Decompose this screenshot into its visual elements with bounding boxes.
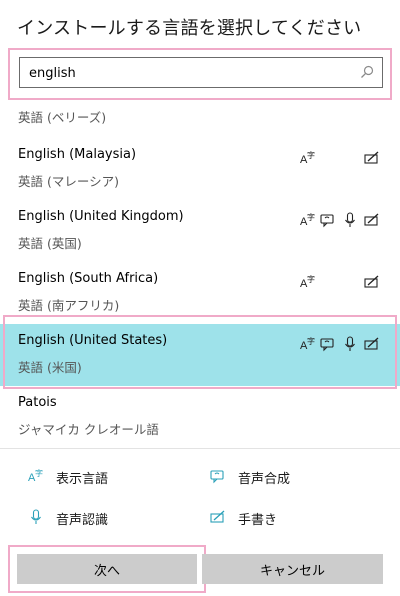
speech-recognition-icon <box>345 336 355 351</box>
list-item[interactable]: English (South Africa) 英語 (南アフリカ) A 字 <box>0 262 400 324</box>
dialog-title: インストールする言語を選択してください <box>17 18 362 39</box>
search-input[interactable] <box>29 63 349 83</box>
language-native-name: 英語 (英国) <box>18 236 82 251</box>
display-language-icon: A 字 <box>300 150 315 166</box>
handwriting-icon <box>364 275 379 288</box>
legend-handwriting: 手書き <box>238 513 278 528</box>
speech-synthesis-icon <box>320 338 334 352</box>
display-language-icon: A 字 <box>300 274 315 290</box>
speech-synthesis-icon <box>320 214 334 228</box>
search-box[interactable] <box>19 57 383 88</box>
cancel-button[interactable]: キャンセル <box>202 554 383 584</box>
language-native-name: 英語 (米国) <box>18 360 82 375</box>
language-name: English (United Kingdom) <box>18 209 184 224</box>
speech-recognition-icon <box>31 509 41 524</box>
language-native-name: ジャマイカ クレオール語 <box>18 422 159 437</box>
language-name: English (United States) <box>18 333 168 348</box>
divider <box>0 448 400 449</box>
search-icon[interactable] <box>360 65 374 79</box>
legend-speech-recognition: 音声認識 <box>56 513 109 528</box>
svg-text:字: 字 <box>307 150 315 160</box>
language-list[interactable]: 英語 (ベリーズ) English (Malaysia) 英語 (マレーシア) … <box>0 100 400 446</box>
svg-text:字: 字 <box>307 274 315 284</box>
handwriting-icon <box>210 510 225 523</box>
handwriting-icon <box>364 213 379 226</box>
list-item[interactable]: English (Malaysia) 英語 (マレーシア) A 字 <box>0 138 400 200</box>
legend-display-language: 表示言語 <box>56 472 109 487</box>
next-button[interactable]: 次へ <box>17 554 197 584</box>
svg-text:字: 字 <box>307 212 315 222</box>
language-native-name: 英語 (マレーシア) <box>18 174 119 189</box>
language-name: English (South Africa) <box>18 271 159 286</box>
display-language-icon: A 字 <box>300 336 315 352</box>
svg-text:字: 字 <box>307 336 315 346</box>
list-item[interactable]: Patois ジャマイカ クレオール語 <box>0 386 400 446</box>
list-item[interactable]: English (United Kingdom) 英語 (英国) A 字 <box>0 200 400 262</box>
language-name: Patois <box>18 395 57 410</box>
handwriting-icon <box>364 151 379 164</box>
language-native-name: 英語 (ベリーズ) <box>18 110 107 125</box>
language-native-name: 英語 (南アフリカ) <box>18 298 120 313</box>
speech-recognition-icon <box>345 212 355 227</box>
display-language-icon: A 字 <box>300 212 315 228</box>
speech-synthesis-icon <box>210 470 224 484</box>
language-name: English (Malaysia) <box>18 147 137 162</box>
svg-text:字: 字 <box>35 468 43 478</box>
legend-speech-synthesis: 音声合成 <box>238 472 291 487</box>
handwriting-icon <box>364 337 379 350</box>
list-item-selected[interactable]: English (United States) 英語 (米国) A 字 <box>0 324 400 386</box>
display-language-icon: A 字 <box>28 468 43 484</box>
